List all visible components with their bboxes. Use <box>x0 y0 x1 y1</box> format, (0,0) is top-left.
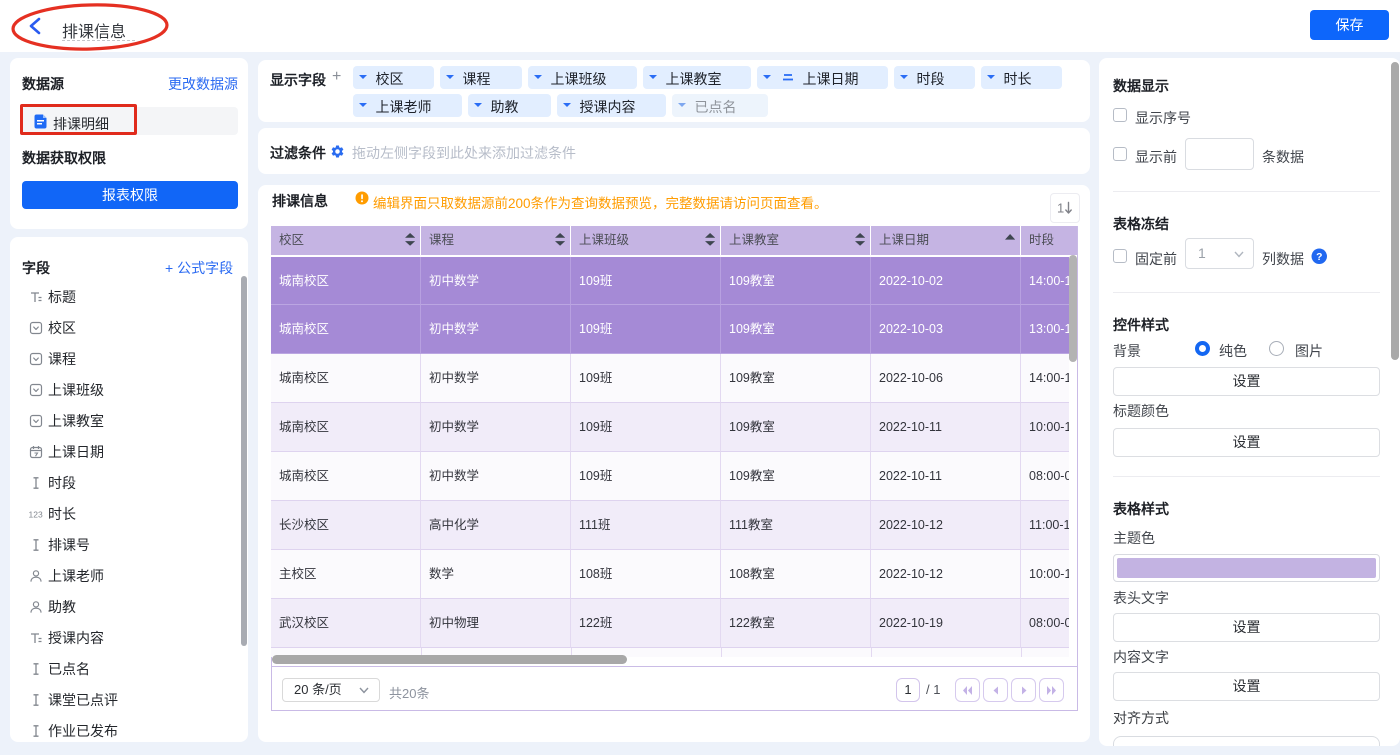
svg-text:123: 123 <box>29 509 43 519</box>
svg-text:1: 1 <box>1057 201 1064 216</box>
svg-text:?: ? <box>1316 252 1322 263</box>
